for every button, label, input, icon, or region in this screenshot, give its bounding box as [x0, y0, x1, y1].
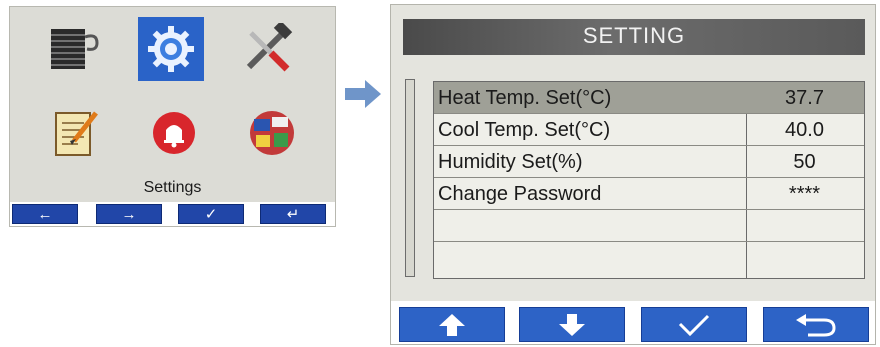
settings-table: Heat Temp. Set(°C) 37.7 Cool Temp. Set(°… — [433, 81, 865, 279]
row-label: Heat Temp. Set(°C) — [438, 87, 612, 109]
right-arrow-icon: → — [121, 205, 137, 223]
settings-row-empty[interactable] — [434, 210, 864, 242]
left-nav-bar: ← → ✓ ↵ — [10, 202, 335, 226]
settings-row-empty[interactable] — [434, 242, 864, 274]
gear-icon[interactable] — [138, 17, 204, 81]
title-bar: SETTING — [403, 19, 865, 55]
settings-row-heat-temp[interactable]: Heat Temp. Set(°C) 37.7 — [434, 82, 864, 114]
transition-arrow-icon — [345, 80, 381, 113]
page-title: SETTING — [582, 23, 686, 48]
row-value: 50 — [793, 151, 816, 173]
notepad-icon[interactable] — [44, 103, 104, 163]
down-arrow-icon — [559, 313, 585, 336]
blinds-icon[interactable] — [44, 19, 104, 79]
language-globe-icon[interactable] — [242, 103, 302, 163]
tools-icon[interactable] — [238, 19, 298, 79]
checkmark-icon — [678, 314, 710, 336]
return-icon: ↵ — [286, 206, 300, 223]
return-button[interactable]: ↵ — [260, 204, 326, 224]
up-arrow-icon — [439, 313, 465, 336]
confirm-button[interactable] — [641, 307, 747, 342]
right-nav-bar — [391, 301, 875, 344]
alarm-bell-icon[interactable] — [144, 103, 204, 163]
row-value: 40.0 — [785, 119, 824, 141]
main-menu-screen: Settings ← → ✓ ↵ — [9, 6, 336, 227]
scrollbar[interactable] — [405, 79, 415, 277]
left-arrow-button[interactable]: ← — [12, 204, 78, 224]
settings-row-cool-temp[interactable]: Cool Temp. Set(°C) 40.0 — [434, 114, 864, 146]
checkmark-icon: ✓ — [204, 206, 218, 223]
settings-row-humidity[interactable]: Humidity Set(%) 50 — [434, 146, 864, 178]
left-arrow-icon: ← — [37, 205, 53, 223]
down-button[interactable] — [519, 307, 625, 342]
row-label: Cool Temp. Set(°C) — [438, 119, 611, 141]
row-value: **** — [788, 183, 821, 205]
settings-row-password[interactable]: Change Password **** — [434, 178, 864, 210]
selected-item-caption: Settings — [143, 179, 202, 196]
setting-screen: SETTING Heat Temp. Set(°C) 37.7 Cool Tem… — [390, 4, 876, 345]
return-button[interactable] — [763, 307, 869, 342]
up-button[interactable] — [399, 307, 505, 342]
right-arrow-button[interactable]: → — [96, 204, 162, 224]
row-value: 37.7 — [785, 87, 824, 109]
return-icon — [796, 313, 836, 336]
confirm-button[interactable]: ✓ — [178, 204, 244, 224]
row-label: Change Password — [438, 183, 602, 205]
row-label: Humidity Set(%) — [438, 151, 583, 173]
